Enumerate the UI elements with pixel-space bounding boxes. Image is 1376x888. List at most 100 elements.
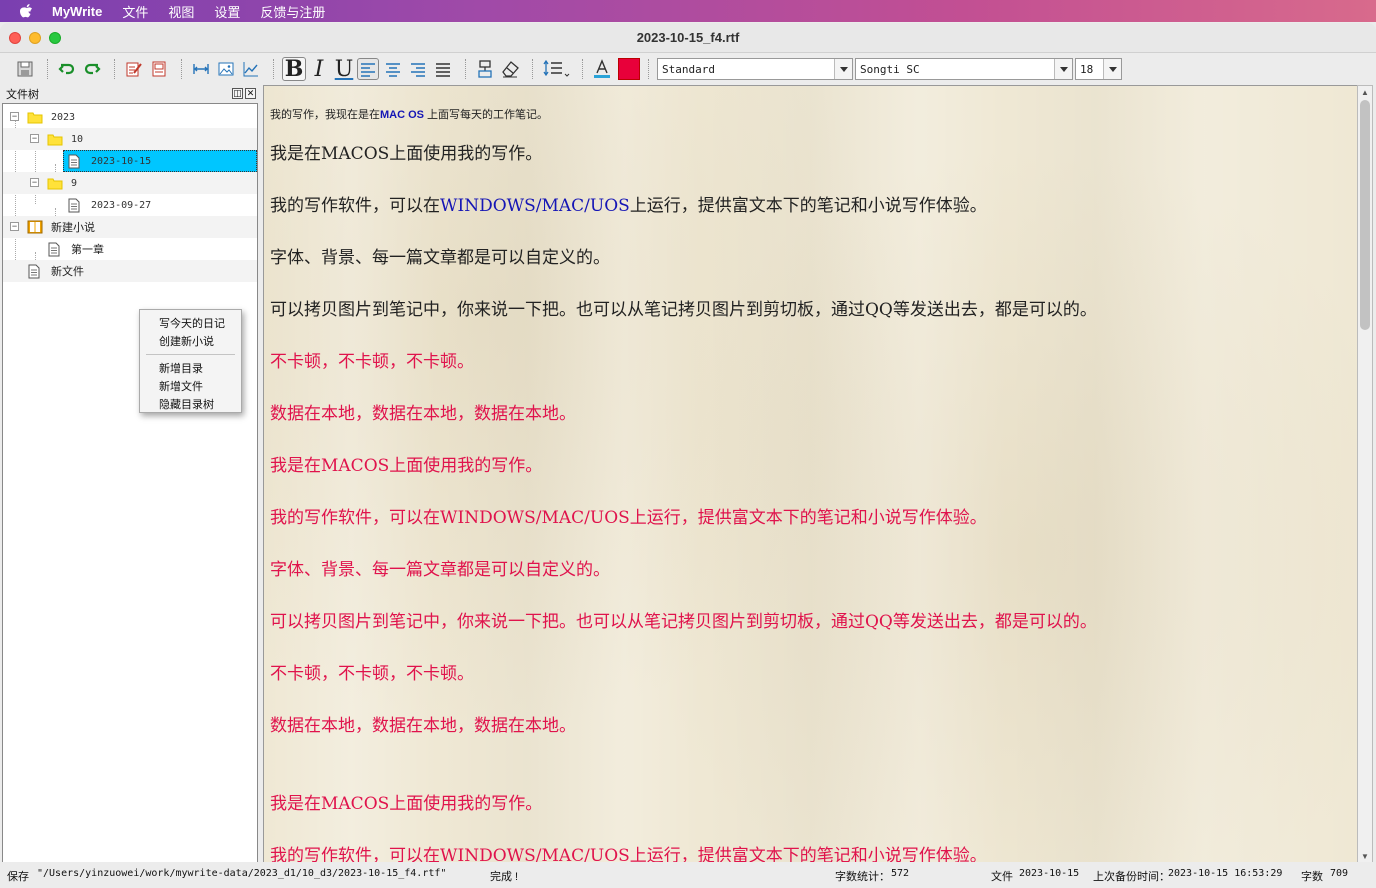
menu-item-new-directory[interactable]: 新增目录 bbox=[140, 359, 241, 377]
insert-chart-icon[interactable] bbox=[240, 58, 262, 80]
document-icon bbox=[67, 154, 81, 172]
tree-item-new-file[interactable]: 新文件 bbox=[3, 260, 257, 282]
main-toolbar: B I U Standard Songti SC 18 bbox=[0, 54, 1376, 84]
collapse-icon[interactable]: − bbox=[10, 222, 19, 231]
float-panel-icon[interactable]: ◫ bbox=[232, 88, 243, 99]
scroll-up-icon[interactable]: ▲ bbox=[1358, 86, 1372, 98]
eraser-icon[interactable] bbox=[499, 58, 521, 80]
toolbar-separator bbox=[114, 59, 115, 79]
tree-item-9[interactable]: − 9 bbox=[3, 172, 257, 194]
status-wordcount-value: 572 bbox=[891, 868, 910, 879]
tree-item-chapter-one[interactable]: 第一章 bbox=[3, 238, 257, 260]
tree-item-label: 2023-10-15 bbox=[91, 155, 152, 167]
rich-text-editor[interactable]: 我的写作，我现在是在MAC OS 上面写每天的工作笔记。 我是在MACOS上面使… bbox=[263, 85, 1358, 863]
editor-vertical-scrollbar[interactable]: ▲ ▼ bbox=[1357, 85, 1373, 863]
undo-icon[interactable] bbox=[56, 58, 78, 80]
toolbar-separator bbox=[465, 59, 466, 79]
text-color-icon[interactable] bbox=[591, 58, 613, 80]
font-family-select[interactable]: Songti SC bbox=[855, 58, 1073, 80]
status-save-result: 完成 ! bbox=[490, 871, 519, 883]
collapse-icon[interactable]: − bbox=[10, 112, 19, 121]
toolbar-separator bbox=[582, 59, 583, 79]
insert-image-icon[interactable] bbox=[215, 58, 237, 80]
status-save-path: "/Users/yinzuowei/work/mywrite-data/2023… bbox=[37, 868, 447, 879]
font-size-value: 18 bbox=[1080, 62, 1094, 76]
menu-item-new-file[interactable]: 新增文件 bbox=[140, 377, 241, 395]
status-chars-value: 709 bbox=[1330, 868, 1349, 879]
file-tree-panel: 文件树 ◫ ✕ − 2023 − 10 2023-10-15 − 9 2023-… bbox=[0, 85, 260, 865]
status-chars-label: 字数 bbox=[1301, 871, 1323, 883]
underline-icon[interactable]: U bbox=[332, 57, 356, 82]
window-titlebar: 2023-10-15_f4.rtf bbox=[0, 23, 1376, 53]
menu-settings[interactable]: 设置 bbox=[214, 2, 240, 21]
font-size-select[interactable]: 18 bbox=[1075, 58, 1122, 80]
format-painter-icon[interactable] bbox=[474, 58, 496, 80]
tree-item-2023[interactable]: − 2023 bbox=[3, 106, 257, 128]
menu-feedback-register[interactable]: 反馈与注册 bbox=[260, 2, 325, 21]
redo-icon[interactable] bbox=[81, 58, 103, 80]
menu-item-write-diary[interactable]: 写今天的日记 bbox=[140, 314, 241, 332]
close-panel-icon[interactable]: ✕ bbox=[245, 88, 256, 99]
toolbar-separator bbox=[648, 59, 649, 79]
tree-item-10[interactable]: − 10 bbox=[3, 128, 257, 150]
page-layout-icon[interactable] bbox=[148, 58, 170, 80]
editor-paragraph: 数据在本地，数据在本地，数据在本地。 bbox=[270, 404, 576, 424]
tree-item-label: 新建小说 bbox=[51, 222, 95, 234]
tree-item-2023-10-15[interactable]: 2023-10-15 bbox=[3, 150, 257, 172]
status-file-value: 2023-10-15 bbox=[1019, 868, 1080, 879]
book-icon bbox=[27, 220, 43, 237]
paragraph-text: 上运行，提供富文本下的笔记和小说写作体验。 bbox=[629, 196, 987, 216]
collapse-icon[interactable]: − bbox=[30, 134, 39, 143]
scroll-down-icon[interactable]: ▼ bbox=[1358, 850, 1372, 862]
chevron-down-icon bbox=[834, 59, 852, 79]
paragraph-text: 我的写作软件，可以在 bbox=[270, 196, 440, 216]
edit-note-icon[interactable] bbox=[123, 58, 145, 80]
align-center-icon[interactable] bbox=[382, 58, 404, 80]
italic-icon[interactable]: I bbox=[307, 57, 331, 82]
status-backup-value: 2023-10-15 16:53:29 bbox=[1168, 868, 1283, 879]
status-file-label: 文件 bbox=[991, 871, 1013, 883]
editor-paragraph: 我是在MACOS上面使用我的写作。 bbox=[270, 456, 543, 476]
paragraph-style-value: Standard bbox=[662, 62, 715, 76]
toolbar-separator bbox=[532, 59, 533, 79]
line-spacing-icon[interactable] bbox=[541, 58, 571, 80]
paragraph-style-select[interactable]: Standard bbox=[657, 58, 853, 80]
menu-item-create-novel[interactable]: 创建新小说 bbox=[140, 332, 241, 350]
menu-app-name[interactable]: MyWrite bbox=[52, 4, 102, 19]
align-left-icon[interactable] bbox=[357, 58, 379, 80]
window-controls bbox=[9, 32, 61, 44]
close-window-button[interactable] bbox=[9, 32, 21, 44]
editor-paragraph: 不卡顿，不卡顿，不卡顿。 bbox=[270, 664, 474, 684]
editor-paragraph: 我的写作软件，可以在WINDOWS/MAC/UOS上运行，提供富文本下的笔记和小… bbox=[270, 191, 987, 216]
tree-item-2023-09-27[interactable]: 2023-09-27 bbox=[3, 194, 257, 216]
collapse-icon[interactable]: − bbox=[30, 178, 39, 187]
menu-item-hide-tree[interactable]: 隐藏目录树 bbox=[140, 395, 241, 413]
save-icon[interactable] bbox=[14, 58, 36, 80]
tree-item-label: 2023-09-27 bbox=[91, 199, 152, 211]
tree-context-menu: 写今天的日记 创建新小说 新增目录 新增文件 隐藏目录树 bbox=[139, 309, 242, 413]
paragraph-text: 我的写作，我现在是在 bbox=[270, 109, 380, 121]
file-tree-header: 文件树 ◫ ✕ bbox=[0, 85, 260, 103]
editor-paragraph: 我的写作，我现在是在MAC OS 上面写每天的工作笔记。 bbox=[270, 106, 548, 122]
toolbar-separator bbox=[47, 59, 48, 79]
align-right-icon[interactable] bbox=[407, 58, 429, 80]
app-window: 2023-10-15_f4.rtf B I U Standard Songti … bbox=[0, 23, 1376, 888]
vertical-scroll-thumb[interactable] bbox=[1360, 100, 1370, 330]
text-color-swatch[interactable] bbox=[618, 58, 640, 80]
document-icon bbox=[67, 198, 81, 216]
status-save-label: 保存 bbox=[7, 871, 29, 883]
editor-paragraph: 数据在本地，数据在本地，数据在本地。 bbox=[270, 716, 576, 736]
maximize-window-button[interactable] bbox=[49, 32, 61, 44]
apple-icon[interactable] bbox=[18, 3, 34, 19]
paragraph-highlight: WINDOWS/MAC/UOS bbox=[440, 196, 630, 216]
tree-item-new-novel[interactable]: − 新建小说 bbox=[3, 216, 257, 238]
file-tree-title: 文件树 bbox=[6, 89, 39, 101]
align-justify-icon[interactable] bbox=[432, 58, 454, 80]
bold-icon[interactable]: B bbox=[282, 56, 306, 82]
width-icon[interactable] bbox=[190, 58, 212, 80]
menu-file[interactable]: 文件 bbox=[122, 2, 148, 21]
font-family-value: Songti SC bbox=[860, 62, 920, 76]
menu-view[interactable]: 视图 bbox=[168, 2, 194, 21]
panel-buttons: ◫ ✕ bbox=[232, 88, 256, 99]
minimize-window-button[interactable] bbox=[29, 32, 41, 44]
